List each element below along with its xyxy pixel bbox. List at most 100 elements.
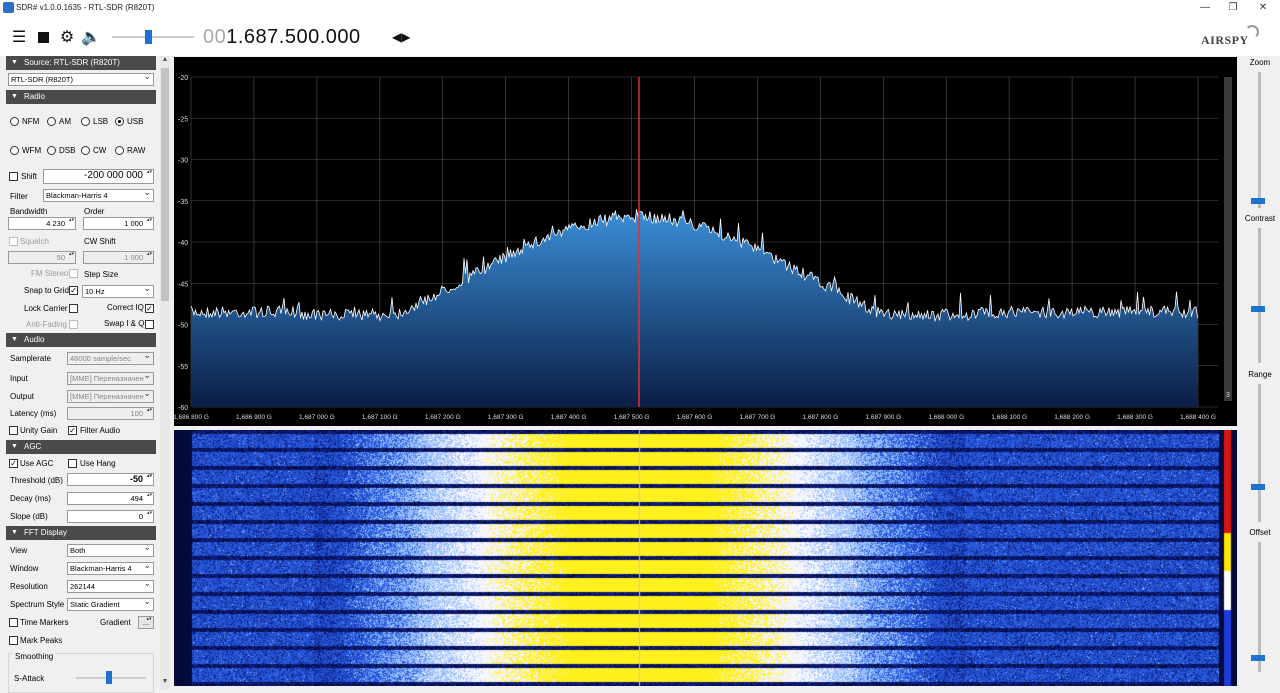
y-tick-label: -60 xyxy=(178,405,188,412)
mode-radio-raw[interactable] xyxy=(115,146,124,155)
use-hang-checkbox[interactable] xyxy=(68,459,77,468)
resolution-select[interactable]: 262144 xyxy=(67,580,154,593)
offset-label: Offset xyxy=(1249,528,1271,537)
fm-stereo-label: FM Stereo xyxy=(31,269,69,278)
swap-iq-checkbox[interactable] xyxy=(145,320,154,329)
volume-slider[interactable] xyxy=(112,36,194,38)
mode-label-am: AM xyxy=(59,117,71,126)
spectrum-plot[interactable]: -20 -25 -30 -35 -40 -45 -50 -55 -60 1,686 800 G 1,… xyxy=(174,57,1237,426)
app-icon xyxy=(3,2,14,13)
x-tick-label: 1,687 100 G xyxy=(362,414,398,421)
stop-icon[interactable] xyxy=(34,28,52,46)
samplerate-select[interactable]: 48000 sample/sec xyxy=(67,352,154,365)
offset-slider-thumb[interactable] xyxy=(1251,655,1265,661)
mode-radio-wfm[interactable] xyxy=(10,146,19,155)
latency-input[interactable]: 100 xyxy=(67,407,154,420)
cw-shift-input[interactable]: 1 000 xyxy=(83,251,154,264)
speaker-icon[interactable]: 🔈 xyxy=(81,28,101,46)
y-tick-label: -45 xyxy=(178,281,188,288)
fm-stereo-checkbox[interactable] xyxy=(69,269,78,278)
resolution-label: Resolution xyxy=(10,582,48,591)
mode-radio-am[interactable] xyxy=(47,117,56,126)
scroll-up-icon[interactable]: ▲ xyxy=(160,56,170,63)
gear-icon[interactable]: ⚙ xyxy=(58,28,76,46)
contrast-slider-thumb[interactable] xyxy=(1251,306,1265,312)
y-tick-label: -30 xyxy=(178,158,188,165)
shift-checkbox[interactable] xyxy=(9,172,18,181)
time-markers-label: Time Markers xyxy=(20,618,69,627)
squelch-input[interactable]: 50 xyxy=(8,251,76,264)
control-panel: Source: RTL-SDR (R820T) RTL-SDR (R820T) … xyxy=(0,56,170,693)
agc-header[interactable]: AGC xyxy=(6,440,156,454)
unity-gain-checkbox[interactable] xyxy=(9,426,18,435)
x-tick-label: 1,687 500 G xyxy=(614,414,650,421)
spectrum-analyzer[interactable]: -20 -25 -30 -35 -40 -45 -50 -55 -60 1,686 800 G 1,… xyxy=(174,57,1237,426)
filter-audio-checkbox[interactable]: ✓ xyxy=(68,426,77,435)
audio-input-select[interactable]: [MME] Переназначен xyxy=(67,372,154,385)
zoom-slider[interactable] xyxy=(1258,72,1261,208)
frequency-display[interactable]: 001.687.500.000 xyxy=(203,26,361,49)
mode-radio-lsb[interactable] xyxy=(81,117,90,126)
bandwidth-input[interactable]: 4 230 xyxy=(8,217,76,230)
source-device-select[interactable]: RTL-SDR (R820T) xyxy=(8,73,154,86)
frequency-step-arrows-icon[interactable]: ◀▶ xyxy=(392,30,410,44)
mode-radio-cw[interactable] xyxy=(81,146,90,155)
spectrum-scale-bar[interactable] xyxy=(1224,77,1232,401)
source-header[interactable]: Source: RTL-SDR (R820T) xyxy=(6,56,156,70)
x-tick-label: 1,687 900 G xyxy=(865,414,901,421)
range-slider-thumb[interactable] xyxy=(1251,484,1265,490)
fft-display-header[interactable]: FFT Display xyxy=(6,526,156,540)
bandwidth-label: Bandwidth xyxy=(10,207,48,216)
zoom-label: Zoom xyxy=(1249,58,1271,67)
view-select[interactable]: Both xyxy=(67,544,154,557)
filter-select[interactable]: Blackman-Harris 4 xyxy=(43,189,154,202)
mode-radio-nfm[interactable] xyxy=(10,117,19,126)
audio-output-select[interactable]: [MME] Переназначен xyxy=(67,390,154,403)
filter-label: Filter xyxy=(10,192,28,201)
time-markers-checkbox[interactable] xyxy=(9,618,18,627)
radio-header[interactable]: Radio xyxy=(6,90,156,104)
mark-peaks-checkbox[interactable] xyxy=(9,636,18,645)
use-agc-checkbox[interactable]: ✓ xyxy=(9,459,18,468)
scrollbar-thumb[interactable] xyxy=(161,68,169,301)
range-slider[interactable] xyxy=(1258,384,1261,522)
mode-radio-dsb[interactable] xyxy=(47,146,56,155)
contrast-slider[interactable] xyxy=(1258,228,1261,363)
step-size-select[interactable]: 10 Hz xyxy=(82,285,154,298)
minimize-button[interactable]: — xyxy=(1195,1,1215,14)
wireless-logo-icon xyxy=(1245,25,1259,39)
s-attack-slider-thumb[interactable] xyxy=(106,671,112,684)
decay-input[interactable]: 494 xyxy=(67,492,154,505)
anti-fading-checkbox[interactable] xyxy=(69,320,78,329)
close-button[interactable]: ✕ xyxy=(1253,1,1273,14)
threshold-input[interactable]: -50 xyxy=(67,473,154,486)
zoom-slider-thumb[interactable] xyxy=(1251,198,1265,204)
lock-carrier-checkbox[interactable] xyxy=(69,304,78,313)
spectrum-style-select[interactable]: Static Gradient xyxy=(67,598,154,611)
snap-to-grid-checkbox[interactable]: ✓ xyxy=(69,286,78,295)
mode-radio-usb[interactable] xyxy=(115,117,124,126)
x-tick-label: 1,687 700 G xyxy=(740,414,776,421)
waterfall-canvas[interactable] xyxy=(174,430,1237,686)
correct-iq-checkbox[interactable]: ✓ xyxy=(145,304,154,313)
panel-scrollbar[interactable]: ▲ ▼ xyxy=(160,56,170,689)
waterfall-display[interactable] xyxy=(174,430,1237,686)
unity-gain-label: Unity Gain xyxy=(20,426,58,435)
shift-input[interactable]: -200 000 000 xyxy=(43,169,154,184)
menu-icon[interactable]: ☰ xyxy=(10,28,28,46)
scroll-down-icon[interactable]: ▼ xyxy=(160,678,170,685)
x-tick-label: 1,688 300 G xyxy=(1117,414,1153,421)
order-input[interactable]: 1 000 xyxy=(83,217,154,230)
volume-slider-thumb[interactable] xyxy=(145,30,152,44)
slope-input[interactable]: 0 xyxy=(67,510,154,523)
offset-slider[interactable] xyxy=(1258,542,1261,672)
window-title: SDR# v1.0.0.1635 - RTL-SDR (R820T) xyxy=(16,3,155,12)
restore-button[interactable]: ❐ xyxy=(1223,1,1243,14)
gradient-button[interactable]: ... xyxy=(138,616,154,629)
spectrum-fill xyxy=(191,209,1198,407)
slope-label: Slope (dB) xyxy=(10,512,48,521)
samplerate-label: Samplerate xyxy=(10,354,51,363)
squelch-checkbox[interactable] xyxy=(9,237,18,246)
audio-header[interactable]: Audio xyxy=(6,333,156,347)
window-select[interactable]: Blackman-Harris 4 xyxy=(67,562,154,575)
